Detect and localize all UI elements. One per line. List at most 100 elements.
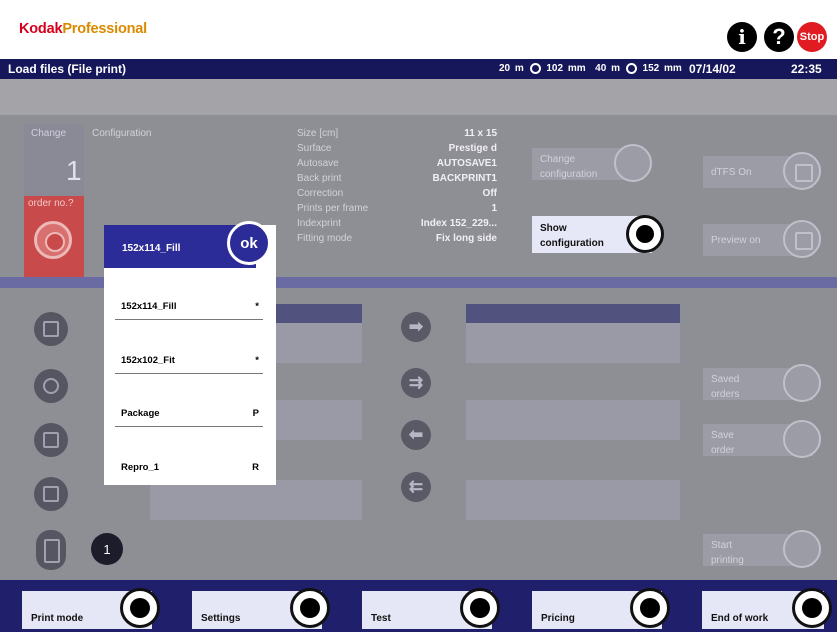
film-status: 20 m 102 mm 40 m 152 mm [499,63,682,74]
preset-option-shortcut: * [255,355,259,366]
target-list-row[interactable] [466,323,680,363]
pricing-button[interactable]: Pricing [532,588,670,629]
preset-option[interactable]: 152x102_Fit * [115,352,263,374]
film2-size: 152 mm [642,63,682,75]
save-order-label-2: order [711,445,735,456]
end-of-work-label: End of work [711,613,769,624]
time-display: 22:35 [791,62,822,76]
settings-label: Settings [201,613,241,624]
change-configuration-knob-icon [614,144,652,182]
arrow-right-all-icon[interactable]: ⇉ [401,368,431,398]
date-display: 07/14/02 [689,62,736,76]
config-value-size: 11 x 15 [464,128,497,139]
counter-badge: 1 [91,533,123,565]
config-value-backprint: BACKPRINT1 [432,173,497,184]
config-label-backprint: Back print [297,173,342,184]
preset-option-shortcut: R [252,462,259,473]
config-label-fitting-mode: Fitting mode [297,233,353,244]
save-order-knob-icon [783,420,821,458]
cd-icon[interactable] [34,369,68,403]
film-roll-icon [529,63,541,74]
test-knob-icon [460,588,500,628]
end-of-work-knob-icon [792,588,832,628]
source-list-row[interactable] [150,480,362,520]
arrow-left-all-icon[interactable]: ⇇ [401,472,431,502]
target-list-header [466,304,680,323]
pricing-knob-icon [630,588,670,628]
target-list-row[interactable] [466,400,680,440]
start-printing-button[interactable]: Start printing [703,530,821,568]
config-label-size: Size [cm] [297,128,339,139]
show-configuration-button[interactable]: Show configuration [532,215,664,253]
preset-option[interactable]: Package P [115,405,263,427]
change-configuration-button[interactable]: Change configuration [532,144,652,182]
preset-option-shortcut: * [255,301,259,312]
source-list-row[interactable] [270,323,362,363]
source-list-row[interactable] [270,400,362,440]
config-value-indexprint: Index 152_229... [420,218,497,229]
config-value-fitting-mode: Fix long side [435,233,497,244]
preset-option-name: 152x114_Fill [121,301,177,312]
change-count: 1 [66,155,82,186]
configuration-heading: Configuration [92,128,152,139]
config-label-autosave: Autosave [297,158,339,169]
preview-label: Preview on [711,235,761,246]
print-mode-button[interactable]: Print mode [22,588,160,629]
preview-button[interactable]: Preview on [703,220,821,258]
stop-button[interactable]: Stop [797,22,827,52]
film1-length: 20 m [499,63,524,75]
film2-length: 40 m [595,63,620,75]
brand-kodak: Kodak [19,21,63,37]
preset-option-name: Package [121,408,160,419]
info-icon[interactable]: i [727,22,757,52]
order-number-label: order no.? [28,198,74,209]
preview-knob-icon [783,220,821,258]
saved-orders-button[interactable]: Saved orders [703,364,821,402]
dtfs-button[interactable]: dTFS On [703,152,821,190]
config-label-indexprint: Indexprint [297,218,341,229]
preset-option-name: Repro_1 [121,462,160,473]
test-label: Test [371,613,391,624]
settings-button[interactable]: Settings [192,588,330,629]
print-mode-knob-icon [120,588,160,628]
help-icon[interactable]: ? [764,22,794,52]
start-printing-label-2: printing [711,555,744,566]
film-roll-icon [625,63,637,74]
saved-orders-label-1: Saved [711,374,740,385]
preset-option[interactable]: Repro_1 R [115,459,263,481]
brand-professional: Professional [62,21,147,37]
test-button[interactable]: Test [362,588,500,629]
arrow-right-icon[interactable]: ➡ [401,312,431,342]
config-value-prints-per-frame: 1 [491,203,497,214]
change-configuration-label-1: Change [540,154,576,165]
end-of-work-button[interactable]: End of work [702,588,832,629]
source-list-header [270,304,362,323]
config-label-correction: Correction [297,188,344,199]
preset-option[interactable]: 152x114_Fill * [115,298,263,320]
change-configuration-label-2: configuration [540,169,598,180]
target-list-row[interactable] [466,480,680,520]
floppy-icon[interactable] [34,312,68,346]
saved-orders-label-2: orders [711,389,740,400]
arrow-left-icon[interactable]: ⬅ [401,420,431,450]
save-order-button[interactable]: Save order [703,420,821,458]
show-configuration-knob-icon [626,215,664,253]
card-reader-icon[interactable] [34,423,68,457]
page-title: Load files (File print) [8,62,127,76]
dtfs-knob-icon [783,152,821,190]
dtfs-label: dTFS On [711,167,752,178]
saved-orders-knob-icon [783,364,821,402]
toolbar-band [0,79,837,115]
order-number-button[interactable] [34,221,72,259]
config-value-surface: Prestige d [448,143,497,154]
film1-size: 102 mm [546,63,586,75]
config-value-correction: Off [482,188,497,199]
ok-button[interactable]: ok [227,221,271,265]
preset-option-name: 152x102_Fit [121,355,175,366]
preset-selected-label: 152x114_Fill [122,243,181,254]
network-computer-icon[interactable] [34,477,68,511]
pricing-label: Pricing [541,613,575,624]
preset-option-shortcut: P [252,408,259,419]
start-printing-knob-icon [783,530,821,568]
trash-icon[interactable] [36,530,66,570]
